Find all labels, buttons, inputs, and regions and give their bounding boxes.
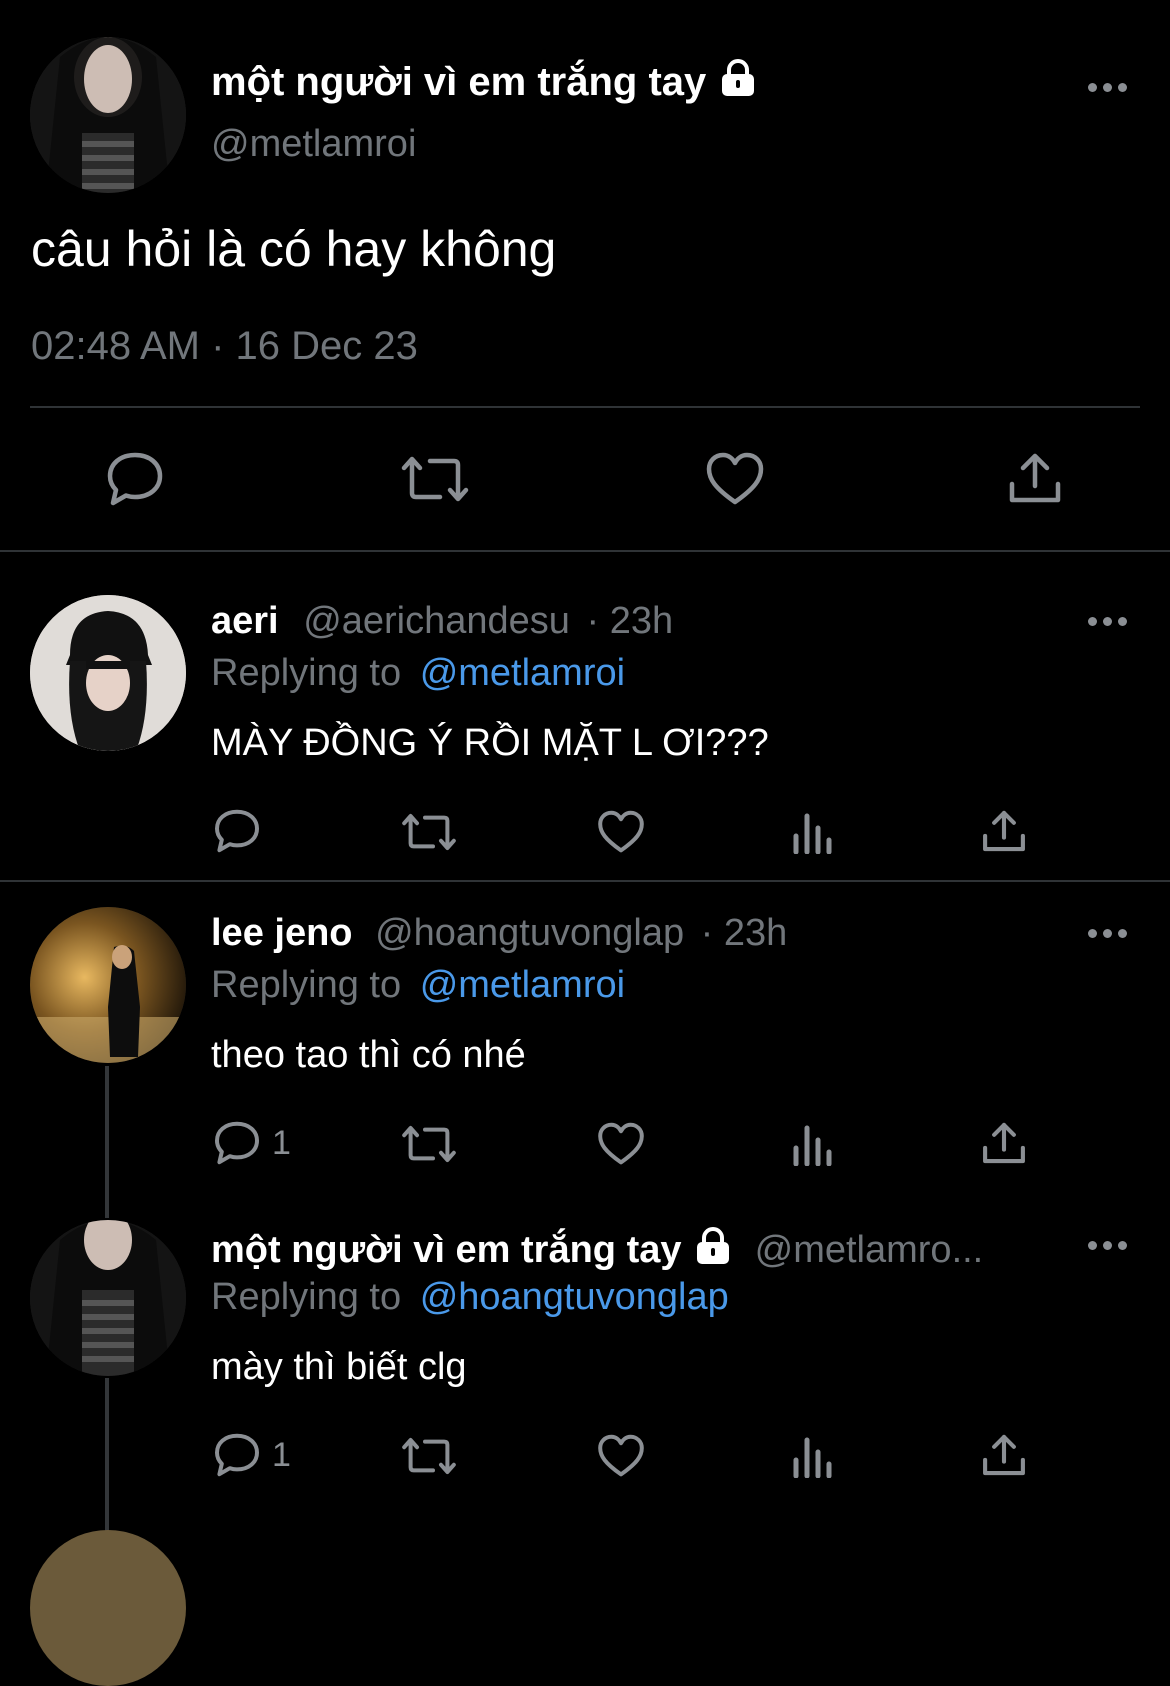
reply-display-name[interactable]: aeri [211,600,279,642]
reply-text: theo tao thì có nhé [211,1034,526,1076]
reply-count: 1 [272,1436,291,1474]
reply-icon[interactable] [213,1119,261,1167]
reply-display-name[interactable]: một người vì em trắng tay [211,1229,682,1271]
more-icon[interactable] [1088,83,1128,95]
more-icon[interactable] [1088,617,1128,629]
heart-icon[interactable] [597,810,645,854]
replying-to: Replying to @metlamroi [211,652,625,695]
replying-to-label: Replying to [211,1276,402,1318]
views-icon[interactable] [792,810,834,854]
reply-icon[interactable] [213,807,261,855]
reply-text: mày thì biết clg [211,1346,467,1388]
main-handle[interactable]: @metlamroi [211,123,416,166]
share-icon[interactable] [1007,450,1063,506]
lock-icon [692,1226,734,1266]
avatar-lee-jeno[interactable] [30,907,186,1063]
heart-icon[interactable] [597,1122,645,1166]
replying-to-link[interactable]: @metlamroi [420,964,625,1006]
thread-line [105,1066,109,1218]
main-display-name-text[interactable]: một người vì em trắng tay [211,60,706,104]
reply-icon[interactable] [105,450,165,508]
retweet-icon[interactable] [401,1123,457,1165]
more-icon[interactable] [1088,929,1128,941]
main-display-name[interactable]: một người vì em trắng tay [211,58,759,105]
divider [30,406,1140,408]
retweet-icon[interactable] [401,1435,457,1477]
heart-icon[interactable] [705,452,765,506]
reply-handle[interactable]: @hoangtuvonglap [375,912,684,954]
replying-to-link[interactable]: @hoangtuvonglap [420,1276,729,1318]
main-tweet-text: câu hỏi là có hay không [31,221,557,277]
retweet-icon[interactable] [400,453,470,505]
reply-handle[interactable]: @aerichandesu [303,600,570,642]
reply-time[interactable]: · 23h [587,600,674,642]
avatar-main[interactable] [30,37,186,193]
share-icon[interactable] [981,1432,1027,1478]
replying-to: Replying to @metlamroi [211,964,625,1007]
main-timestamp[interactable]: 02:48 AM · 16 Dec 23 [31,324,418,369]
retweet-icon[interactable] [401,811,457,853]
reply-count: 1 [272,1124,291,1162]
views-icon[interactable] [792,1434,834,1478]
reply-header: một người vì em trắng tay @metlamro... [211,1226,983,1272]
thread-line [105,1378,109,1542]
avatar-next[interactable] [30,1530,186,1686]
replying-to-link[interactable]: @metlamroi [420,652,625,694]
heart-icon[interactable] [597,1434,645,1478]
reply-display-name[interactable]: lee jeno [211,912,353,954]
replying-to-label: Replying to [211,964,402,1006]
replying-to-label: Replying to [211,652,402,694]
more-icon[interactable] [1088,1241,1128,1253]
views-icon[interactable] [792,1122,834,1166]
lock-icon [717,58,759,98]
reply-header: lee jeno @hoangtuvonglap · 23h [211,912,787,955]
avatar-main[interactable] [30,1220,186,1376]
avatar-aeri[interactable] [30,595,186,751]
section-divider [0,550,1170,552]
share-icon[interactable] [981,1120,1027,1166]
section-divider [0,880,1170,882]
reply-time[interactable]: · 23h [701,912,788,954]
reply-handle[interactable]: @metlamro... [755,1229,984,1271]
reply-header: aeri @aerichandesu · 23h [211,600,673,643]
reply-icon[interactable] [213,1431,261,1479]
replying-to: Replying to @hoangtuvonglap [211,1276,729,1319]
share-icon[interactable] [981,808,1027,854]
reply-text: MÀY ĐỒNG Ý RỒI MẶT L ƠI??? [211,722,769,764]
